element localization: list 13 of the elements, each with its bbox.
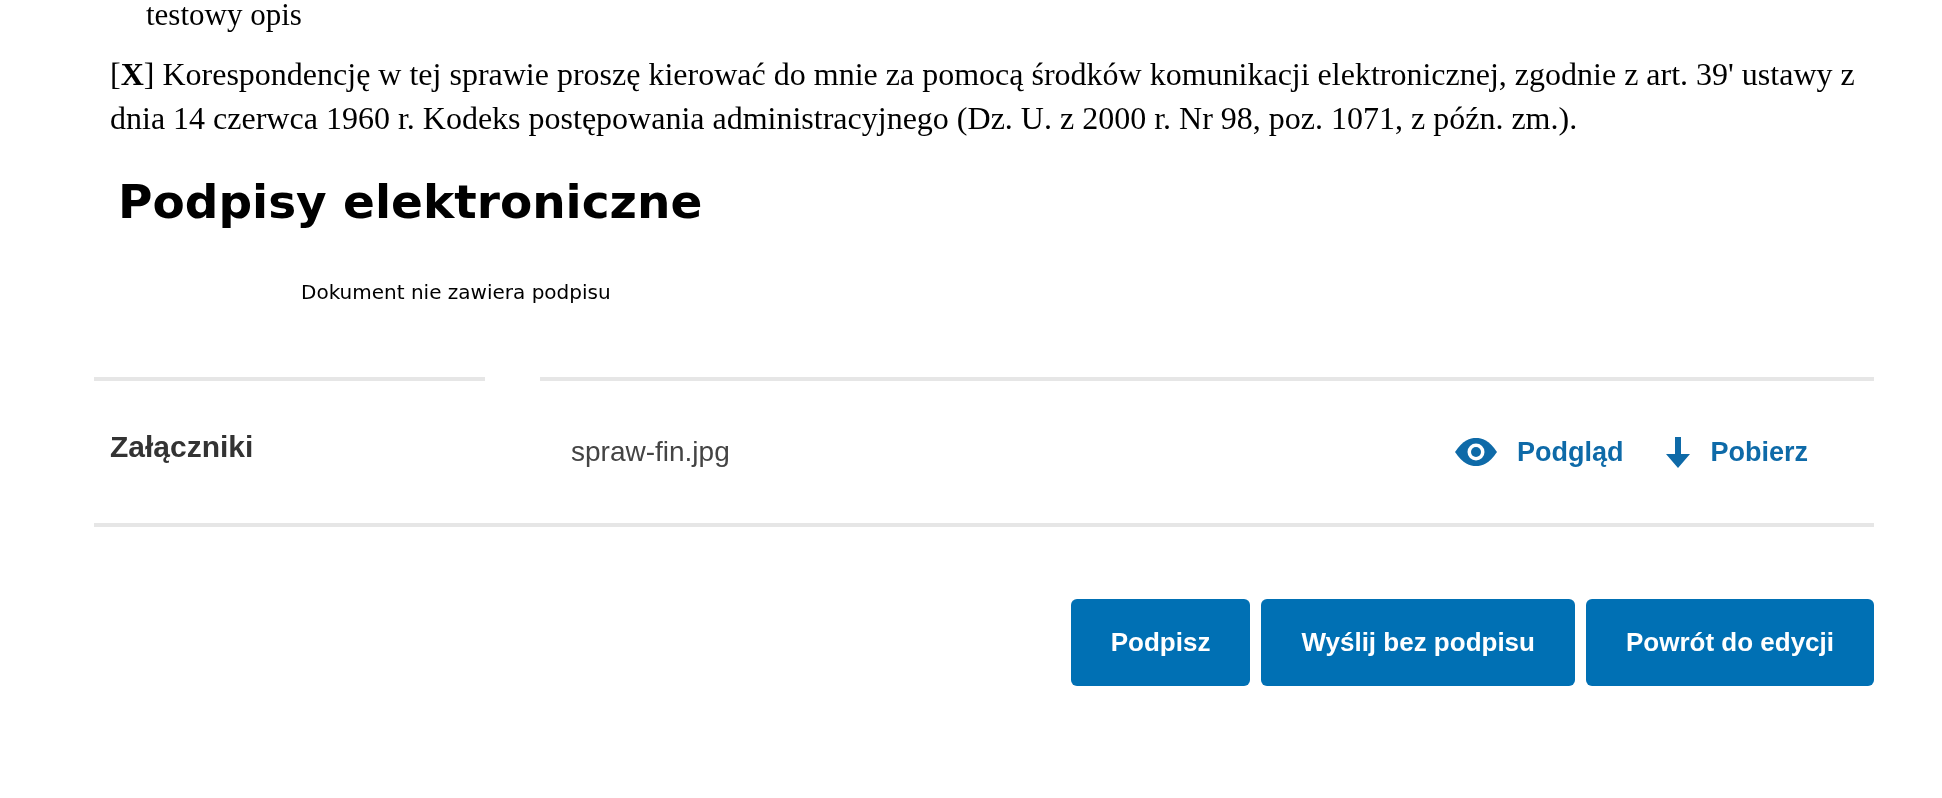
send-without-signature-button[interactable]: Wyślij bez podpisu xyxy=(1261,599,1575,686)
download-link[interactable]: Pobierz xyxy=(1666,436,1808,468)
preview-link[interactable]: Podgląd xyxy=(1454,436,1624,468)
eye-icon xyxy=(1454,438,1497,466)
description-text: testowy opis xyxy=(146,0,302,30)
signature-status-text: Dokument nie zawiera podpisu xyxy=(301,280,611,304)
file-name: spraw-fin.jpg xyxy=(571,436,730,468)
sign-button[interactable]: Podpisz xyxy=(1070,599,1251,686)
section-heading: Podpisy elektroniczne xyxy=(118,174,703,230)
back-to-edit-button[interactable]: Powrót do edycji xyxy=(1585,599,1874,686)
attachments-label: Załączniki xyxy=(110,430,254,464)
down-arrow-icon xyxy=(1666,436,1691,468)
consent-text: [X] Korespondencję w tej sprawie proszę kierować do mnie za pomocą środków komunikacji elektronicznej, zgodnie z art. 39' ustawy z dnia 14 czerwca 1960 r. Kodeks postępowania administracyjnego (Dz. U. z 2000 r. Nr 98, poz. 1071, z późn. zm.). xyxy=(110,55,1856,138)
